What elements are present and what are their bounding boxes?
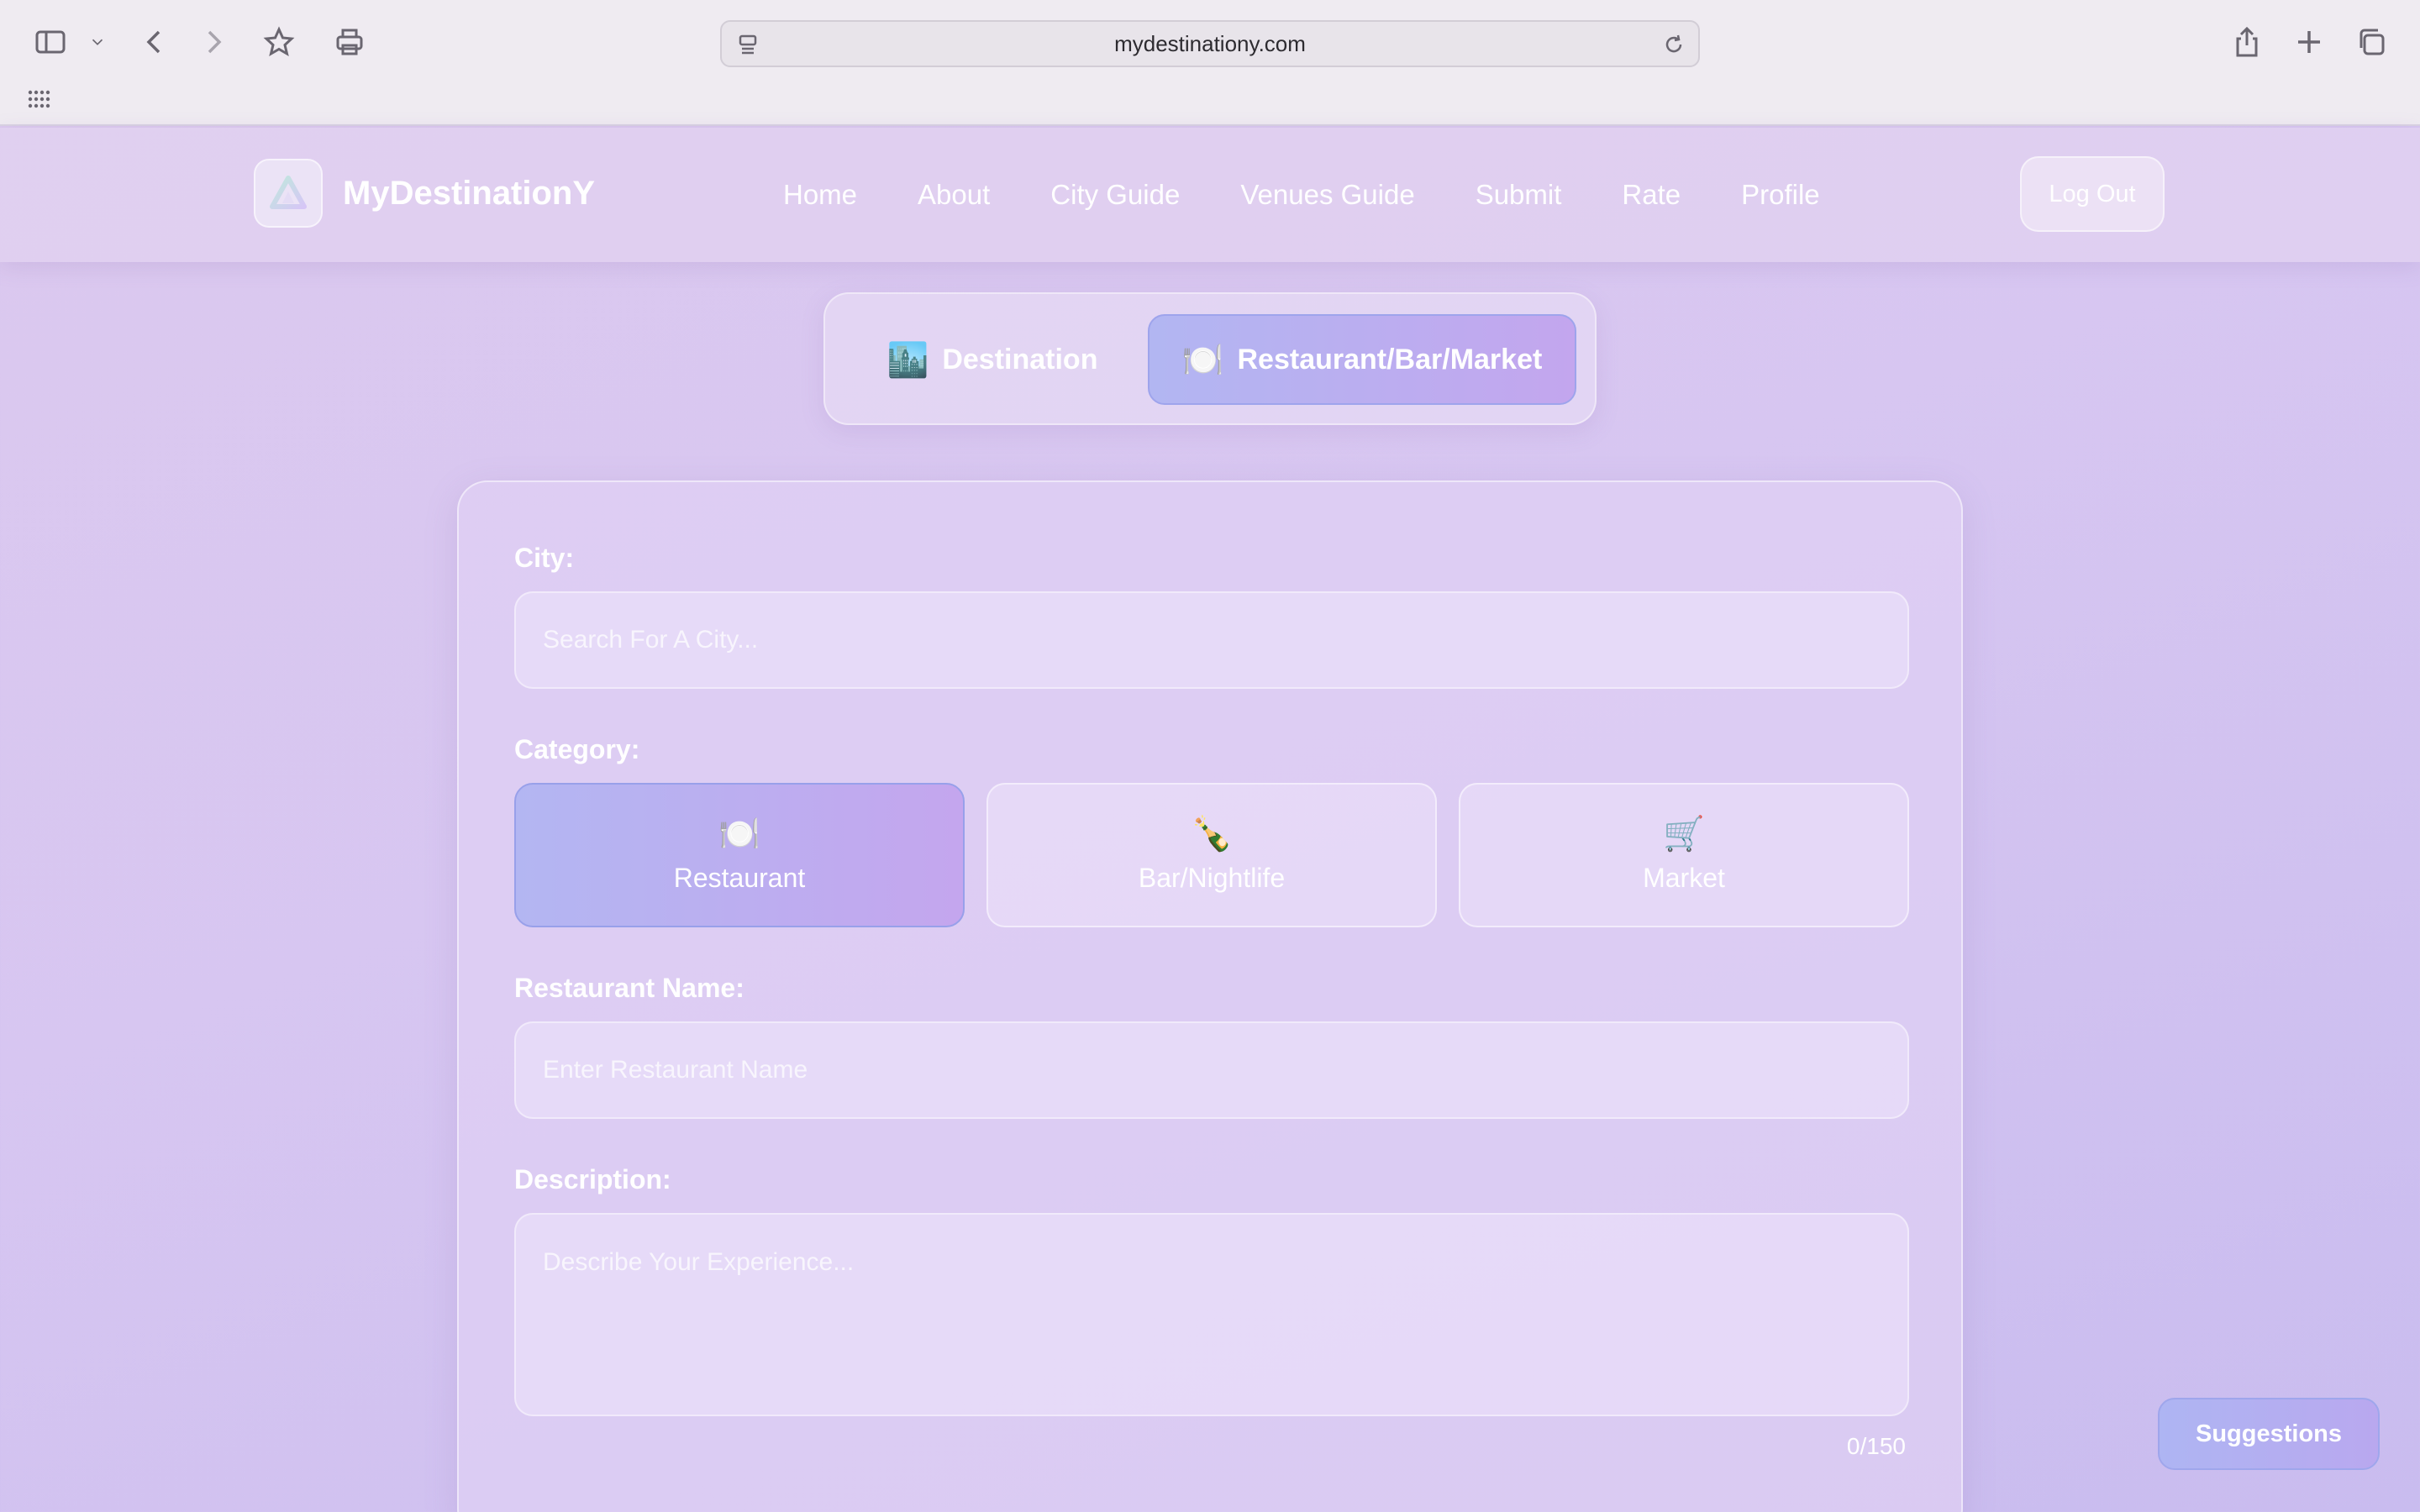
apps-grid-icon[interactable]: [27, 89, 50, 109]
submission-type-toggle: 🏙️ Destination 🍽️ Restaurant/Bar/Market: [823, 292, 1597, 425]
nav-about[interactable]: About: [918, 179, 990, 211]
nav-profile[interactable]: Profile: [1741, 179, 1820, 211]
category-restaurant-label: Restaurant: [673, 862, 806, 893]
champagne-bottle-icon: 🍾: [1191, 815, 1233, 853]
suggestions-button[interactable]: Suggestions: [2158, 1398, 2380, 1470]
venue-submit-form: City: Category: 🍽️ Restaurant 🍾 Bar/Nigh…: [457, 480, 1963, 1512]
shopping-cart-icon: 🛒: [1663, 815, 1705, 853]
destination-tab-label: Destination: [942, 343, 1098, 375]
star-icon[interactable]: [259, 22, 299, 62]
city-search-input[interactable]: [514, 591, 1909, 689]
tabs-overview-icon[interactable]: [2351, 22, 2391, 62]
restaurant-bar-market-tab-label: Restaurant/Bar/Market: [1237, 343, 1543, 375]
restaurant-name-input[interactable]: [514, 1021, 1909, 1119]
back-icon[interactable]: [134, 22, 175, 62]
character-counter: 0/150: [1846, 1433, 1906, 1459]
description-label: Description:: [514, 1164, 671, 1194]
cityscape-icon: 🏙️: [886, 341, 929, 379]
restaurant-name-label: Restaurant Name:: [514, 973, 744, 1003]
share-icon[interactable]: [2227, 22, 2267, 62]
category-bar-nightlife-label: Bar/Nightlife: [1138, 862, 1286, 893]
plate-cutlery-icon: 🍽️: [718, 815, 760, 853]
plate-cutlery-icon: 🍽️: [1181, 341, 1224, 379]
city-label: City:: [514, 543, 575, 573]
browser-toolbar: mydestinationy.com: [0, 0, 2420, 126]
nav-city-guide[interactable]: City Guide: [1050, 179, 1180, 211]
category-selector: 🍽️ Restaurant 🍾 Bar/Nightlife 🛒 Market: [514, 783, 1909, 927]
new-tab-icon[interactable]: [2289, 22, 2329, 62]
category-bar-nightlife-button[interactable]: 🍾 Bar/Nightlife: [986, 783, 1437, 927]
sidebar-icon[interactable]: [30, 22, 71, 62]
forward-icon[interactable]: [193, 22, 234, 62]
chevron-down-icon[interactable]: [79, 22, 116, 62]
brand[interactable]: MyDestinationY: [254, 158, 595, 228]
category-market-button[interactable]: 🛒 Market: [1459, 783, 1909, 927]
nav-venues-guide[interactable]: Venues Guide: [1240, 179, 1414, 211]
nav-submit[interactable]: Submit: [1476, 179, 1562, 211]
brand-name: MyDestinationY: [343, 174, 596, 212]
nav-home[interactable]: Home: [783, 179, 857, 211]
brand-logo-icon: [254, 159, 323, 228]
category-restaurant-button[interactable]: 🍽️ Restaurant: [514, 783, 965, 927]
site-settings-icon[interactable]: [735, 32, 760, 57]
nav-rate[interactable]: Rate: [1622, 179, 1681, 211]
address-bar[interactable]: mydestinationy.com: [720, 20, 1700, 67]
description-textarea[interactable]: [514, 1213, 1909, 1416]
url-text: mydestinationy.com: [1114, 30, 1306, 56]
print-icon[interactable]: [329, 22, 370, 62]
restaurant-bar-market-tab[interactable]: 🍽️ Restaurant/Bar/Market: [1148, 314, 1576, 405]
category-market-label: Market: [1643, 862, 1725, 893]
logout-button[interactable]: Log Out: [2020, 156, 2165, 232]
site-header: MyDestinationY Home About City Guide Ven…: [0, 128, 2420, 262]
destination-tab[interactable]: 🏙️ Destination: [845, 314, 1139, 405]
category-label: Category:: [514, 734, 640, 764]
reload-icon[interactable]: [1661, 32, 1686, 57]
main-nav: Home About City Guide Venues Guide Submi…: [783, 171, 1820, 218]
